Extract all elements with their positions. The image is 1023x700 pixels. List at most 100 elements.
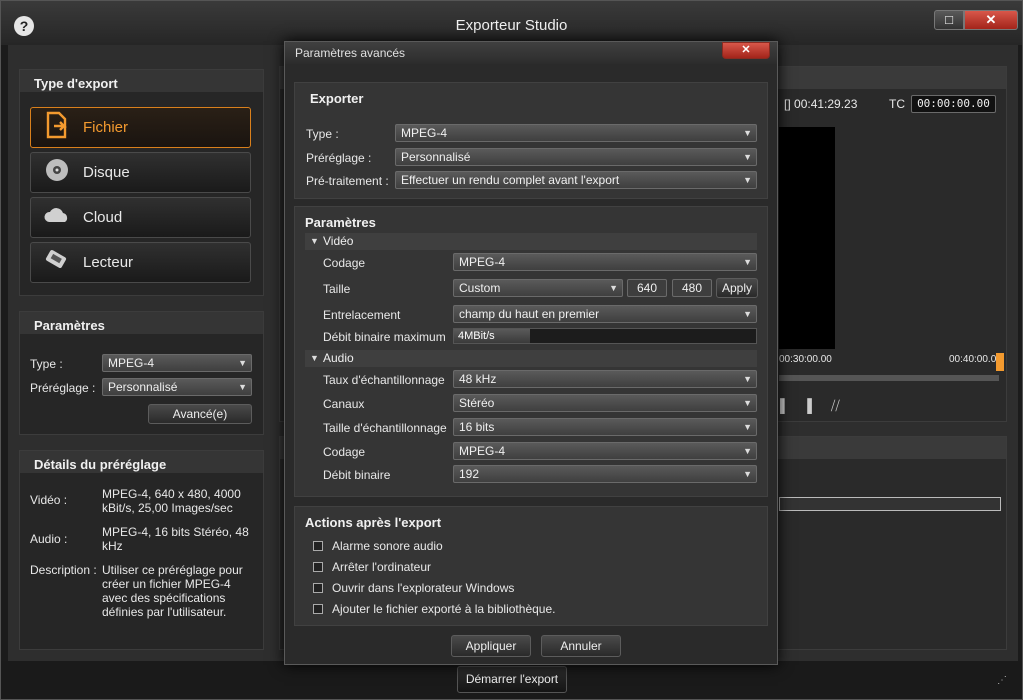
audio-bitrate-select[interactable]: 192 ▼ bbox=[453, 465, 757, 483]
advanced-settings-dialog: Paramètres avancés ✕ Exporter Type : MPE… bbox=[284, 41, 778, 665]
export-type-title: Type d'export bbox=[20, 70, 263, 92]
width-input[interactable]: 640 bbox=[627, 279, 667, 297]
max-bitrate-value: 4MBit/s bbox=[458, 330, 495, 342]
title-bar: ? Exporteur Studio □ ✕ bbox=[1, 1, 1022, 45]
duration-value: 00:41:29.23 bbox=[794, 97, 858, 111]
preset-select[interactable]: Personnalisé ▼ bbox=[102, 378, 252, 396]
preset-label: Préréglage : bbox=[30, 381, 96, 395]
dialog-preset-label: Préréglage : bbox=[306, 151, 372, 165]
preprocess-value: Effectuer un rendu complet avant l'expor… bbox=[401, 173, 620, 187]
timeline-track[interactable] bbox=[779, 375, 999, 381]
checkbox-box[interactable] bbox=[313, 583, 323, 593]
chevron-down-icon: ▼ bbox=[743, 469, 752, 479]
alarm-checkbox[interactable]: Alarme sonore audio bbox=[313, 539, 443, 553]
preprocess-label: Pré-traitement : bbox=[306, 174, 389, 188]
export-type-disque[interactable]: Disque bbox=[30, 152, 251, 193]
video-details-value: MPEG-4, 640 x 480, 4000 kBit/s, 25,00 Im… bbox=[102, 487, 241, 515]
export-type-panel: Type d'export Fichier Disque Cloud Lecte… bbox=[19, 69, 264, 296]
apply-size-button[interactable]: Apply bbox=[716, 278, 758, 298]
audio-bitrate-label: Débit binaire bbox=[323, 468, 391, 482]
chevron-down-icon: ▼ bbox=[743, 398, 752, 408]
chevron-down-icon: ▼ bbox=[238, 382, 247, 392]
video-codec-label: Codage bbox=[323, 256, 366, 270]
type-select[interactable]: MPEG-4 ▼ bbox=[102, 354, 252, 372]
dialog-type-select[interactable]: MPEG-4 ▼ bbox=[395, 124, 757, 142]
video-codec-select[interactable]: MPEG-4 ▼ bbox=[453, 253, 757, 271]
size-select[interactable]: Custom ▼ bbox=[453, 279, 623, 297]
chevron-down-icon: ▼ bbox=[609, 283, 618, 293]
duration-display: [] 00:41:29.23 bbox=[784, 97, 858, 111]
apply-button[interactable]: Appliquer bbox=[451, 635, 531, 657]
checkbox-box[interactable] bbox=[313, 562, 323, 572]
cloud-icon bbox=[31, 206, 83, 230]
max-bitrate-label: Débit binaire maximum bbox=[323, 330, 446, 344]
actions-title: Actions après l'export bbox=[305, 515, 442, 530]
preset-value: Personnalisé bbox=[108, 380, 178, 394]
open-explorer-checkbox[interactable]: Ouvrir dans l'explorateur Windows bbox=[313, 581, 514, 595]
height-input[interactable]: 480 bbox=[672, 279, 712, 297]
export-type-label: Lecteur bbox=[83, 254, 134, 271]
chevron-down-icon: ▼ bbox=[743, 128, 752, 138]
size-value: Custom bbox=[459, 281, 501, 295]
left-params-panel: Paramètres Type : MPEG-4 ▼ Préréglage : P… bbox=[19, 311, 264, 435]
type-value: MPEG-4 bbox=[108, 356, 155, 370]
window-title: Exporteur Studio bbox=[455, 17, 568, 34]
timeline-mark: 00:30:00.00 bbox=[779, 354, 832, 365]
exporter-window: ? Exporteur Studio □ ✕ Type d'export Fic… bbox=[0, 0, 1023, 700]
checkbox-box[interactable] bbox=[313, 541, 323, 551]
maximize-button[interactable]: □ bbox=[934, 10, 964, 30]
sample-size-value: 16 bits bbox=[459, 420, 495, 434]
chevron-down-icon: ▼ bbox=[743, 175, 752, 185]
audio-codec-select[interactable]: MPEG-4 ▼ bbox=[453, 442, 757, 460]
checkbox-box[interactable] bbox=[313, 604, 323, 614]
chevron-down-icon: ▼ bbox=[743, 446, 752, 456]
interlace-label: Entrelacement bbox=[323, 308, 401, 322]
export-type-lecteur[interactable]: Lecteur bbox=[30, 242, 251, 283]
chevron-down-icon: ▼ bbox=[743, 257, 752, 267]
actions-section: Actions après l'export Alarme sonore aud… bbox=[294, 506, 768, 626]
dialog-preset-value: Personnalisé bbox=[401, 150, 471, 164]
checkbox-label: Ajouter le fichier exporté à la biblioth… bbox=[332, 602, 556, 616]
channels-select[interactable]: Stéréo ▼ bbox=[453, 394, 757, 412]
max-bitrate-slider[interactable]: 4MBit/s bbox=[453, 328, 757, 344]
checkbox-label: Alarme sonore audio bbox=[332, 539, 443, 553]
close-window-button[interactable]: ✕ bbox=[964, 10, 1018, 30]
tc-input[interactable]: 00:00:00.00 bbox=[911, 95, 996, 113]
shutdown-checkbox[interactable]: Arrêter l'ordinateur bbox=[313, 560, 431, 574]
add-library-checkbox[interactable]: Ajouter le fichier exporté à la biblioth… bbox=[313, 602, 555, 616]
start-export-button[interactable]: Démarrer l'export bbox=[457, 666, 567, 693]
params-section: Paramètres ▼ Vidéo Codage MPEG-4 ▼ Taille … bbox=[294, 206, 768, 497]
sample-size-select[interactable]: 16 bits ▼ bbox=[453, 418, 757, 436]
transport-controls[interactable]: ▌ ▌ ⧸⧸ bbox=[780, 398, 840, 414]
dialog-type-label: Type : bbox=[306, 127, 339, 141]
video-group-label: Vidéo bbox=[323, 234, 354, 248]
resize-grip-icon[interactable]: ⋰ bbox=[997, 675, 1007, 686]
export-type-fichier[interactable]: Fichier bbox=[30, 107, 251, 148]
sample-rate-value: 48 kHz bbox=[459, 372, 497, 386]
audio-details-label: Audio : bbox=[30, 532, 68, 546]
interlace-select[interactable]: champ du haut en premier ▼ bbox=[453, 305, 757, 323]
bottom-bar: Démarrer l'export ⋰ bbox=[1, 661, 1022, 699]
video-details-label: Vidéo : bbox=[30, 493, 68, 507]
sample-rate-select[interactable]: 48 kHz ▼ bbox=[453, 370, 757, 388]
video-group-header[interactable]: ▼ Vidéo bbox=[305, 233, 757, 250]
video-codec-value: MPEG-4 bbox=[459, 255, 506, 269]
dialog-preset-select[interactable]: Personnalisé ▼ bbox=[395, 148, 757, 166]
checkbox-label: Arrêter l'ordinateur bbox=[332, 560, 431, 574]
advanced-button[interactable]: Avancé(e) bbox=[148, 404, 252, 424]
scrubber-handle[interactable] bbox=[996, 353, 1004, 371]
audio-group-label: Audio bbox=[323, 351, 354, 365]
export-type-cloud[interactable]: Cloud bbox=[30, 197, 251, 238]
description-value: Utiliser ce préréglage pour créer un fic… bbox=[102, 563, 243, 619]
dialog-title: Paramètres avancés bbox=[295, 46, 406, 60]
export-type-label: Disque bbox=[83, 164, 130, 181]
audio-bitrate-value: 192 bbox=[459, 467, 480, 481]
dialog-close-button[interactable]: ✕ bbox=[722, 42, 770, 59]
preprocess-select[interactable]: Effectuer un rendu complet avant l'expor… bbox=[395, 171, 757, 189]
checkbox-label: Ouvrir dans l'explorateur Windows bbox=[332, 581, 515, 595]
disc-icon bbox=[31, 157, 83, 189]
interlace-value: champ du haut en premier bbox=[459, 307, 600, 321]
cancel-button[interactable]: Annuler bbox=[541, 635, 621, 657]
channels-label: Canaux bbox=[323, 397, 365, 411]
audio-group-header[interactable]: ▼ Audio bbox=[305, 350, 757, 367]
